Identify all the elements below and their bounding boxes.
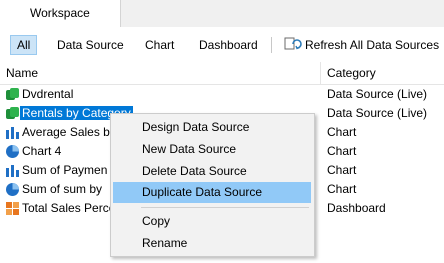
row-name: Chart 4 xyxy=(22,144,62,158)
row-name: Dvdrental xyxy=(22,87,74,101)
table-row[interactable]: Dvdrental Data Source (Live) xyxy=(0,85,444,104)
filter-all-button[interactable]: All xyxy=(10,35,38,55)
row-name: Total Sales Perce xyxy=(22,201,116,215)
menu-item-rename[interactable]: Rename xyxy=(113,233,311,254)
toolbar-divider xyxy=(271,37,272,53)
bar-chart-icon xyxy=(6,165,19,177)
bar-chart-icon xyxy=(6,127,19,139)
row-name: Average Sales by xyxy=(22,125,116,139)
row-name: Sum of Paymen xyxy=(22,163,108,177)
database-icon xyxy=(6,107,19,119)
menu-item-new-data-source[interactable]: New Data Source xyxy=(113,139,311,160)
row-category: Data Source (Live) xyxy=(327,106,428,120)
column-divider[interactable] xyxy=(320,62,321,84)
row-category: Chart xyxy=(327,182,357,196)
filter-chart-button[interactable]: Chart xyxy=(145,35,174,55)
row-category: Data Source (Live) xyxy=(327,87,428,101)
menu-item-design-data-source[interactable]: Design Data Source xyxy=(113,117,311,138)
context-menu: Design Data Source New Data Source Delet… xyxy=(110,113,315,257)
filter-data-source-button[interactable]: Data Source xyxy=(57,35,124,55)
row-category: Chart xyxy=(327,163,357,177)
pie-chart-icon xyxy=(6,145,19,158)
refresh-icon[interactable] xyxy=(284,35,302,53)
filter-dashboard-button[interactable]: Dashboard xyxy=(199,35,258,55)
menu-separator xyxy=(141,207,309,208)
toolbar: All Data Source Chart Dashboard Refresh … xyxy=(0,27,444,62)
column-header-name[interactable]: Name xyxy=(6,66,38,80)
row-name: Sum of sum by xyxy=(22,182,103,196)
tab-workspace[interactable]: Workspace xyxy=(0,0,121,27)
row-category: Dashboard xyxy=(327,201,386,215)
row-category: Chart xyxy=(327,144,357,158)
dashboard-icon xyxy=(6,202,19,215)
menu-item-duplicate-data-source[interactable]: Duplicate Data Source xyxy=(113,182,311,203)
tab-bar: Workspace xyxy=(0,0,444,27)
column-header-category[interactable]: Category xyxy=(327,66,376,80)
refresh-all-button[interactable]: Refresh All Data Sources xyxy=(305,35,439,55)
table-header: Name Category xyxy=(0,62,444,85)
menu-item-delete-data-source[interactable]: Delete Data Source xyxy=(113,161,311,182)
pie-chart-icon xyxy=(6,183,19,196)
menu-item-copy[interactable]: Copy xyxy=(113,211,311,232)
row-category: Chart xyxy=(327,125,357,139)
database-icon xyxy=(6,88,19,100)
